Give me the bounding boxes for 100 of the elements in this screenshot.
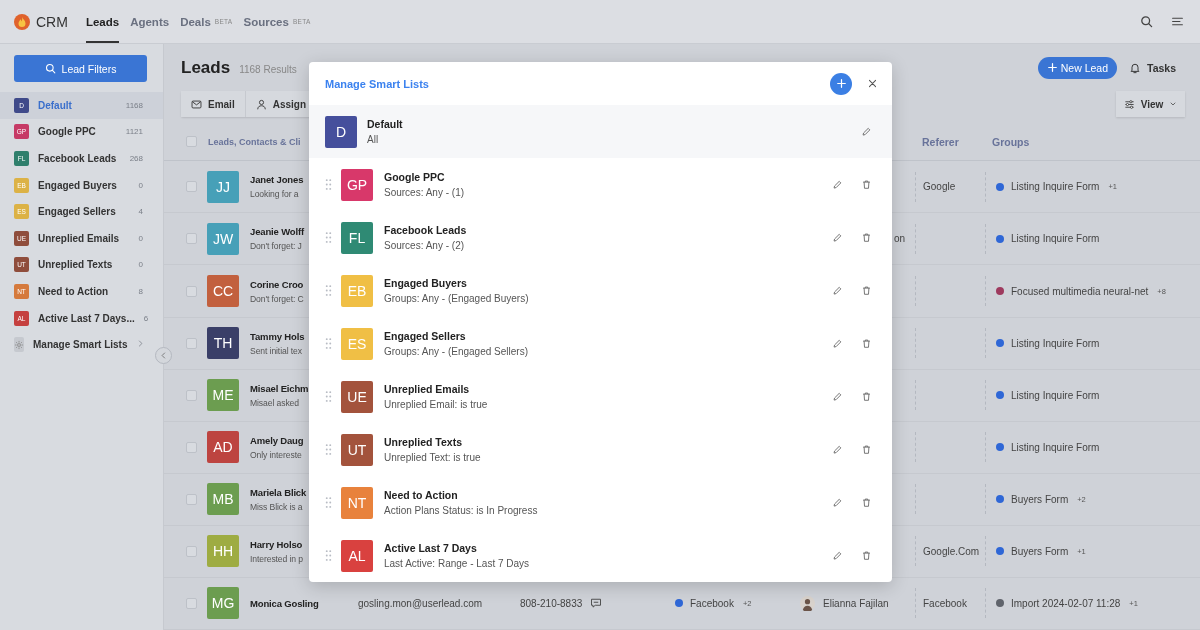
delete-button[interactable] — [861, 338, 872, 349]
lead-note: Misael asked — [250, 397, 299, 408]
edit-button[interactable] — [832, 179, 843, 190]
add-button[interactable] — [830, 72, 852, 95]
manage-smart-lists-item[interactable]: Manage Smart Lists — [0, 331, 163, 358]
mail-icon — [191, 98, 202, 110]
trash-icon — [861, 391, 872, 402]
edit-button[interactable] — [832, 550, 843, 561]
lead-filters-button[interactable]: Lead Filters — [14, 55, 147, 82]
list-avatar: FL — [341, 221, 373, 254]
group-label: Listing Inquire Form — [1011, 441, 1100, 453]
delete-button[interactable] — [861, 232, 872, 243]
group-label: Import 2024-02-07 11:28 — [1011, 597, 1121, 609]
lead-avatar: JW — [207, 222, 239, 255]
lead-avatar: JJ — [207, 170, 239, 203]
drag-handle-icon[interactable] — [325, 496, 332, 509]
view-button[interactable]: View — [1116, 91, 1185, 118]
column-header: Groups — [991, 135, 1031, 148]
pencil-icon — [832, 232, 843, 243]
pencil-icon — [832, 444, 843, 455]
referer-text: Facebook — [923, 597, 967, 609]
list-rule: Last Active: Range - Last 7 Days — [384, 558, 530, 569]
edit-button[interactable] — [832, 391, 843, 402]
close-icon — [867, 78, 878, 89]
drag-handle-icon[interactable] — [325, 231, 332, 244]
lead-note: Looking for a — [250, 189, 299, 200]
delete-button[interactable] — [861, 179, 872, 190]
edit-button[interactable] — [832, 444, 843, 455]
lead-avatar: CC — [207, 275, 239, 307]
column-header: Referer — [921, 135, 960, 148]
edit-button[interactable] — [832, 232, 843, 243]
list-avatar: D — [325, 115, 357, 148]
group-label: Focused multimedia neural-net — [1011, 285, 1149, 297]
dialog-title: Manage Smart Lists — [325, 77, 429, 90]
list-name: Default — [367, 118, 403, 130]
checkbox[interactable] — [186, 597, 197, 609]
lead-avatar: ME — [207, 379, 239, 412]
group-label: Listing Inquire Form — [1011, 233, 1100, 245]
lead-note: Don't forget: J — [250, 241, 302, 252]
list-name: Active Last 7 Days — [384, 542, 478, 554]
delete-button[interactable] — [861, 444, 872, 455]
chat-icon — [590, 597, 603, 610]
new-lead-button[interactable]: New Lead — [1037, 56, 1117, 79]
checkbox[interactable] — [186, 493, 197, 505]
pencil-icon — [832, 550, 843, 561]
trash-icon — [861, 497, 872, 508]
list-name: Unreplied Emails — [384, 383, 471, 395]
results-count: 1168 Results — [239, 63, 297, 75]
pencil-icon — [832, 497, 843, 508]
trash-icon — [861, 444, 872, 455]
list-avatar: EB — [341, 274, 373, 307]
edit-button[interactable] — [832, 338, 843, 349]
drag-handle-icon[interactable] — [325, 390, 332, 403]
delete-button[interactable] — [861, 550, 872, 561]
list-avatar: GP — [341, 168, 373, 201]
toolbar-button[interactable]: Email — [181, 91, 246, 118]
delete-button[interactable] — [861, 391, 872, 402]
checkbox[interactable] — [186, 441, 197, 453]
referer-text: Google.Com — [923, 545, 980, 557]
drag-handle-icon[interactable] — [325, 549, 332, 562]
person-icon — [255, 98, 267, 110]
checkbox[interactable] — [186, 389, 197, 401]
drag-handle-icon[interactable] — [325, 337, 332, 350]
drag-handle-icon[interactable] — [325, 284, 332, 297]
drag-handle-icon[interactable] — [325, 443, 332, 456]
checkbox[interactable] — [186, 545, 197, 557]
delete-button[interactable] — [861, 497, 872, 508]
checkbox[interactable] — [186, 337, 197, 349]
list-avatar: NT — [341, 486, 373, 519]
list-rule: Sources: Any - (1) — [384, 187, 465, 198]
checkbox[interactable] — [186, 285, 197, 297]
lead-name: Janet Jones — [250, 174, 304, 186]
checkbox[interactable] — [186, 233, 197, 245]
close-button[interactable] — [867, 78, 878, 89]
list-rule: Unreplied Text: is true — [384, 452, 481, 463]
agent-name: Elianna Fajilan — [823, 597, 889, 609]
edit-button[interactable] — [861, 126, 872, 137]
delete-button[interactable] — [861, 285, 872, 296]
pencil-icon — [832, 338, 843, 349]
lead-note: Don't forget: C — [250, 293, 304, 304]
tasks-button[interactable]: Tasks — [1129, 61, 1176, 74]
list-name: Need to Action — [384, 489, 459, 501]
logo-icon — [14, 13, 30, 30]
sliders-icon — [1123, 98, 1135, 110]
lead-name: Jeanie Wolff — [250, 226, 304, 238]
edit-button[interactable] — [832, 285, 843, 296]
lead-note: Miss Blick is a — [250, 501, 303, 512]
phone-text: 808-210-8833 — [520, 597, 583, 609]
drag-handle-icon[interactable] — [325, 178, 332, 191]
nav-tab[interactable]: Agents — [130, 0, 170, 43]
lead-avatar: AD — [207, 431, 239, 464]
edit-button[interactable] — [832, 497, 843, 508]
email-text: gosling.mon@userlead.com — [358, 597, 483, 609]
search-icon[interactable] — [1140, 15, 1153, 28]
search-icon — [44, 63, 56, 74]
list-name: Unreplied Texts — [384, 436, 463, 448]
trash-icon — [861, 338, 872, 349]
checkbox[interactable] — [186, 136, 197, 148]
menu-icon[interactable] — [1171, 15, 1184, 28]
checkbox[interactable] — [186, 181, 197, 193]
